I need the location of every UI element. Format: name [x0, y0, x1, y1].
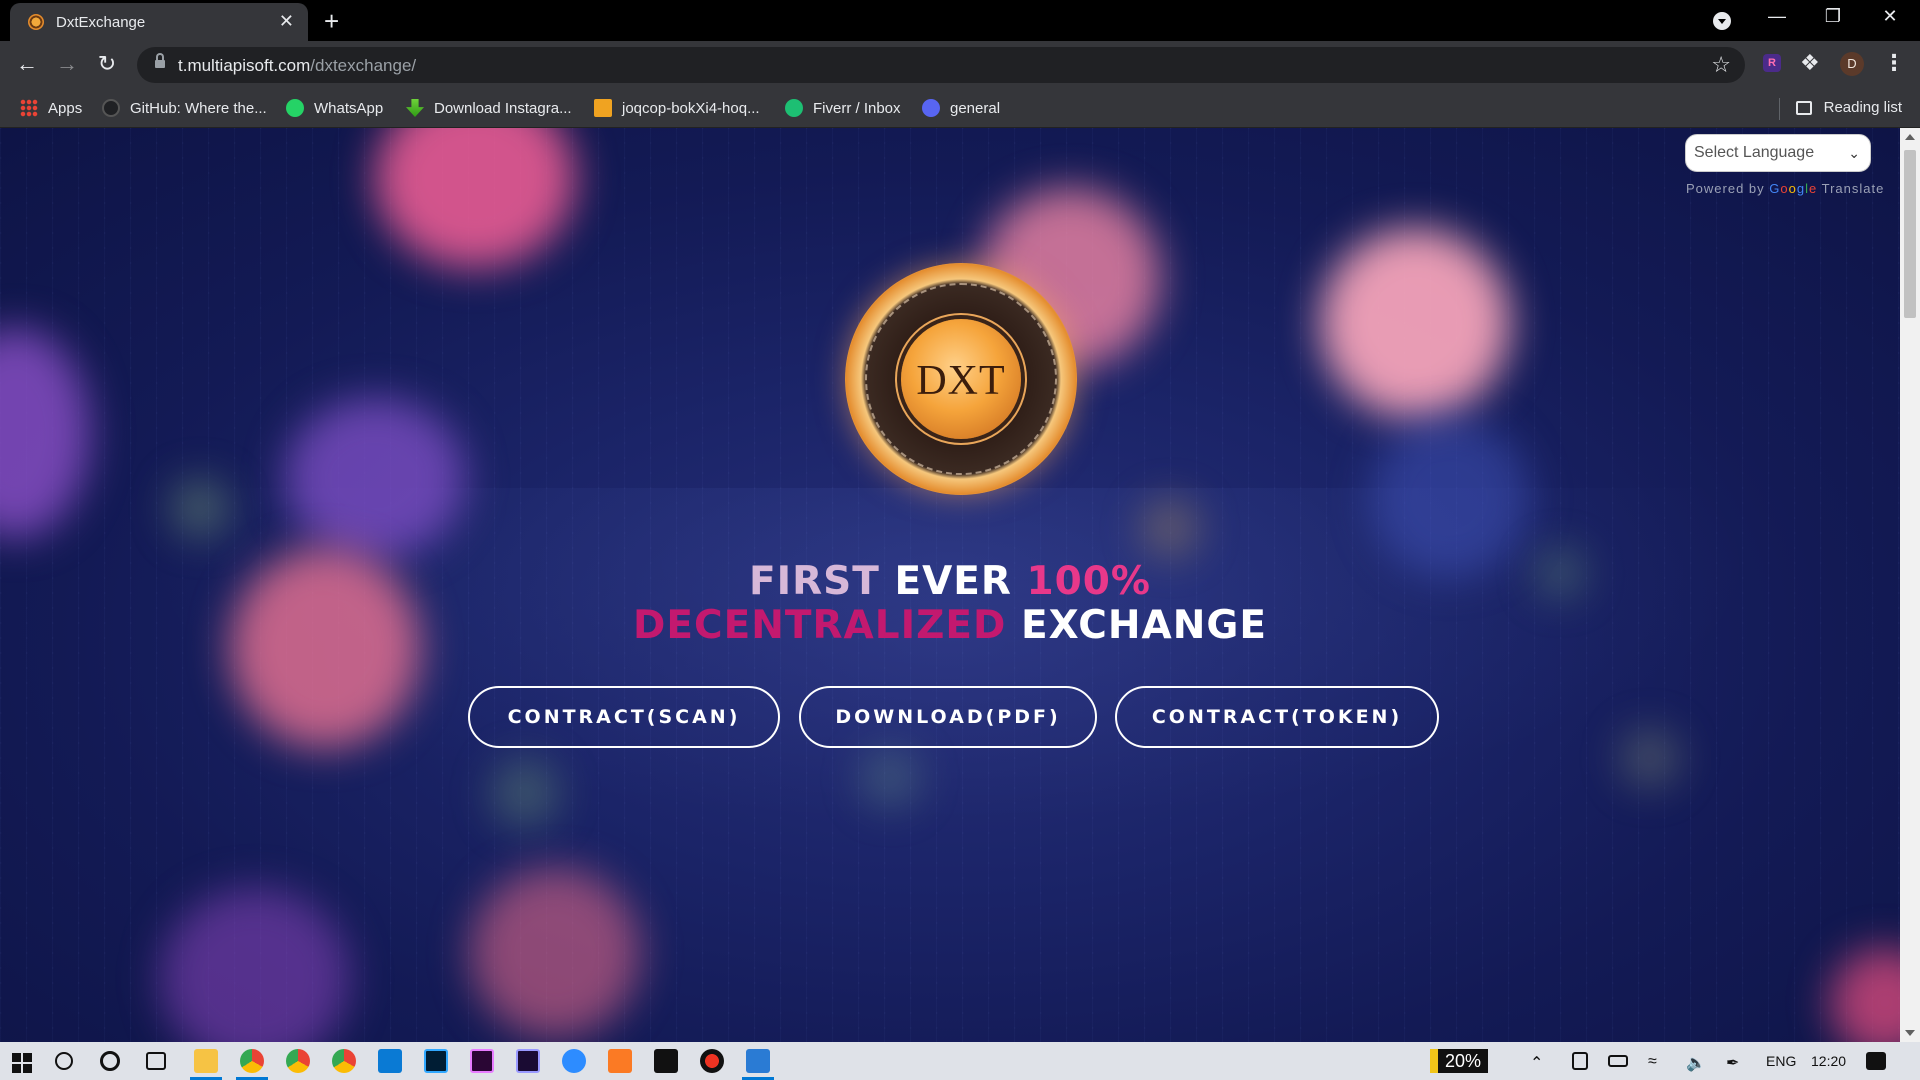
h-app-icon[interactable]: [654, 1049, 678, 1073]
bookmarks-divider: [1779, 98, 1780, 120]
recorder-icon[interactable]: [700, 1049, 724, 1073]
bookmarks-bar: Apps GitHub: Where the... WhatsApp Downl…: [0, 90, 1920, 128]
notifications-icon[interactable]: [1866, 1052, 1886, 1070]
bookmark-joqcop[interactable]: joqcop-bokXi4-hoq...: [594, 99, 760, 117]
restore-button[interactable]: ❐: [1813, 6, 1853, 27]
close-window-button[interactable]: ✕: [1870, 6, 1910, 27]
photoshop-icon[interactable]: [424, 1049, 448, 1073]
reading-list-icon: [1795, 100, 1812, 115]
dxt-coin-logo: DXT: [845, 263, 1077, 495]
contract-scan-button[interactable]: CONTRACT(SCAN): [468, 686, 780, 748]
fiverr-icon: [785, 99, 803, 117]
browser-tab-strip: DxtExchange ✕ + — ❐ ✕: [0, 0, 1920, 41]
extension-r-icon[interactable]: R: [1763, 54, 1781, 72]
scroll-up-arrow-icon[interactable]: [1905, 134, 1915, 140]
download-pdf-button[interactable]: DOWNLOAD(PDF): [799, 686, 1097, 748]
bokeh-light: [1140, 498, 1200, 558]
cortana-icon[interactable]: [100, 1051, 120, 1071]
contract-token-button[interactable]: CONTRACT(TOKEN): [1115, 686, 1439, 748]
volume-icon[interactable]: 🔈: [1686, 1053, 1706, 1073]
page-scrollbar[interactable]: [1900, 128, 1920, 1042]
chrome-icon[interactable]: [240, 1049, 264, 1073]
bokeh-light: [1320, 228, 1510, 418]
forward-arrow-icon[interactable]: →: [52, 51, 82, 77]
pen-icon[interactable]: ✒: [1726, 1053, 1739, 1073]
scroll-down-arrow-icon[interactable]: [1905, 1030, 1915, 1036]
address-bar[interactable]: t.multiapisoft.com/dxtexchange/ ☆: [137, 47, 1745, 83]
bokeh-light: [470, 868, 640, 1038]
reload-icon[interactable]: ↻: [92, 51, 122, 77]
after-effects-icon[interactable]: [516, 1049, 540, 1073]
bookmark-fiverr[interactable]: Fiverr / Inbox: [785, 99, 901, 117]
search-icon[interactable]: [55, 1052, 73, 1070]
photos-icon[interactable]: [746, 1049, 770, 1073]
chrome-icon[interactable]: [286, 1049, 310, 1073]
chevron-down-icon: ⌄: [1848, 145, 1860, 161]
battery-percent-badge[interactable]: 20%: [1430, 1049, 1488, 1073]
xampp-icon[interactable]: [608, 1049, 632, 1073]
premiere-icon[interactable]: [470, 1049, 494, 1073]
windows-start-icon[interactable]: [12, 1053, 32, 1073]
vscode-icon[interactable]: [378, 1049, 402, 1073]
bokeh-light: [285, 398, 465, 558]
github-icon: [102, 99, 120, 117]
browser-toolbar: ← → ↻ t.multiapisoft.com/dxtexchange/ ☆ …: [0, 41, 1920, 90]
bookmark-star-icon[interactable]: ☆: [1711, 52, 1731, 78]
url-text[interactable]: t.multiapisoft.com/dxtexchange/: [178, 56, 416, 76]
download-arrow-icon: [406, 99, 424, 117]
google-logo: Google: [1769, 181, 1818, 196]
bookmark-whatsapp[interactable]: WhatsApp: [286, 99, 383, 117]
bookmark-discord-general[interactable]: general: [922, 99, 1000, 117]
bokeh-light: [1370, 418, 1530, 578]
coin-label: DXT: [916, 358, 1006, 404]
whatsapp-icon: [286, 99, 304, 117]
minimize-button[interactable]: —: [1757, 6, 1797, 27]
lock-icon[interactable]: [155, 53, 165, 70]
headline-line-1: FIRST EVER 100%: [748, 559, 1152, 604]
reading-list-button[interactable]: Reading list: [1795, 99, 1902, 116]
zoom-icon[interactable]: [562, 1049, 586, 1073]
bookmark-download-instagram[interactable]: Download Instagra...: [406, 99, 572, 117]
tab-search-icon[interactable]: [1713, 12, 1731, 30]
profile-avatar[interactable]: D: [1840, 52, 1864, 76]
clock[interactable]: 12:20: [1811, 1053, 1846, 1069]
browser-menu-icon[interactable]: ⋮: [1883, 50, 1905, 76]
browser-tab[interactable]: DxtExchange ✕: [10, 3, 308, 41]
bokeh-light: [490, 758, 560, 828]
dxt-favicon-icon: [28, 14, 44, 30]
battery-icon[interactable]: [1608, 1055, 1628, 1067]
bookmark-github[interactable]: GitHub: Where the...: [102, 99, 267, 117]
coin-center: DXT: [901, 319, 1021, 439]
bokeh-light: [1620, 728, 1680, 788]
language-select[interactable]: Select Language ⌄: [1685, 134, 1871, 172]
discord-icon: [922, 99, 940, 117]
language-indicator[interactable]: ENG: [1766, 1053, 1796, 1069]
package-box-icon: [594, 99, 612, 117]
chevron-up-icon[interactable]: ⌃: [1530, 1053, 1543, 1073]
chrome-icon[interactable]: [332, 1049, 356, 1073]
back-arrow-icon[interactable]: ←: [12, 51, 42, 77]
windows-taskbar: 20% ⌃ ≈ 🔈 ✒ ENG 12:20: [0, 1042, 1920, 1080]
scroll-thumb[interactable]: [1904, 150, 1916, 318]
bookmark-apps[interactable]: Apps: [20, 99, 82, 117]
extensions-puzzle-icon[interactable]: ❖: [1800, 50, 1820, 76]
file-explorer-icon[interactable]: [194, 1049, 218, 1073]
apps-grid-icon: [20, 99, 38, 117]
hero-headline: FIRST EVER 100% DECENTRALIZED EXCHANGE: [0, 560, 1900, 648]
wifi-icon[interactable]: ≈: [1648, 1053, 1657, 1071]
tab-title: DxtExchange: [56, 13, 146, 31]
device-icon[interactable]: [1572, 1052, 1588, 1070]
tab-close-icon[interactable]: ✕: [279, 11, 294, 32]
new-tab-button[interactable]: +: [324, 6, 339, 37]
headline-line-2: DECENTRALIZED EXCHANGE: [632, 603, 1268, 648]
bokeh-light: [860, 748, 920, 808]
powered-by-google-translate[interactable]: Powered by Google Translate: [1686, 181, 1884, 196]
task-view-icon[interactable]: [146, 1052, 166, 1070]
bokeh-light: [170, 478, 230, 538]
